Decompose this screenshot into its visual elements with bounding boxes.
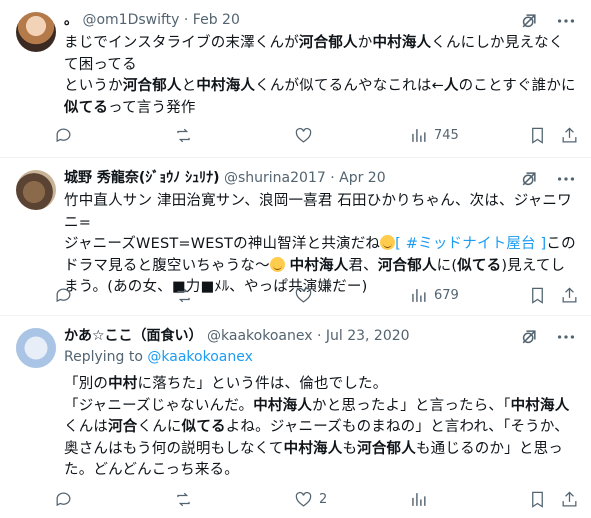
grok-icon[interactable] — [519, 327, 539, 347]
avatar[interactable] — [16, 12, 56, 52]
views-button[interactable]: 745 — [409, 120, 459, 150]
tweet-text: 「別の中村に落ちた」という件は、倫也でした。 「ジャニーズじゃないんだ。中村海人… — [64, 374, 577, 482]
retweet-icon — [177, 128, 190, 142]
tweet-feed: 。 @om1Dswifty · Feb 20 まじでインスタライブの末澤くんが河… — [0, 0, 591, 518]
text-line: 竹中直人サン 津田治寛サン、浪岡一喜君 石田ひかりちゃん、次は、ジャニワニ= — [64, 193, 572, 231]
hashtag-link[interactable]: [ #ミッドナイト屋台 ] — [395, 236, 546, 252]
separator: · — [330, 170, 335, 186]
like-button[interactable]: 2 — [294, 484, 327, 514]
highlighted-term: 人 — [443, 78, 459, 94]
share-icon — [562, 490, 577, 506]
text-run: まじでインスタライブの末澤くんが — [64, 35, 299, 51]
highlighted-term: 中村海人 — [372, 35, 432, 51]
reply-button[interactable] — [54, 120, 73, 150]
text-line: くんは河合くんに似てるよね。ジャニーズものまねの」と言われ、「そうか、 — [64, 419, 569, 435]
tweet-actions: 2 — [54, 484, 577, 514]
text-run: って言う発作 — [108, 99, 196, 116]
tweet-actions: 745 — [54, 120, 577, 150]
share-button[interactable] — [560, 484, 579, 514]
speech-bubble-icon — [56, 287, 71, 302]
bookmark-icon — [532, 127, 543, 144]
text-run: か — [357, 35, 373, 51]
retweet-button[interactable] — [174, 120, 193, 150]
share-icon — [562, 286, 577, 302]
text-line: 「別の中村に落ちた」という件は、倫也でした。 — [64, 376, 388, 392]
tweet-text: まじでインスタライブの末澤くんが河合郁人か中村海人くんにしか見えなくて困ってると… — [64, 33, 577, 119]
timestamp[interactable]: Feb 20 — [193, 12, 240, 28]
display-name[interactable]: かあ☆ここ（面食い） — [64, 328, 203, 344]
retweet-button[interactable] — [174, 280, 193, 310]
highlighted-term: 似てる — [64, 99, 109, 116]
display-name[interactable]: 。 — [64, 12, 78, 28]
share-button[interactable] — [560, 280, 579, 310]
speech-bubble-icon — [56, 491, 71, 506]
more-dots-icon[interactable] — [555, 10, 577, 32]
tweet[interactable]: 。 @om1Dswifty · Feb 20 まじでインスタライブの末澤くんが河… — [0, 0, 591, 158]
text-line: 奥さんはもう何の説明もしなくて中村海人も河合郁人も通じるのか」と思っ — [64, 440, 563, 457]
handle[interactable]: @om1Dswifty — [82, 12, 179, 28]
bookmark-icon — [532, 287, 543, 304]
tweet-header: かあ☆ここ（面食い） @kaakokoanex · Jul 23, 2020 — [64, 325, 531, 347]
text-line: ジャニーズWEST=WESTの神山智洋と共演だね[ #ミッドナイト屋台 ]この — [64, 235, 576, 252]
more-dots-icon[interactable] — [555, 168, 577, 190]
speech-bubble-icon — [56, 127, 71, 142]
text-line: ドラマ見ると腹空いちゃうな〜 中村海人君、河合郁人に(似てる)見えてし — [64, 256, 566, 274]
bar-chart-icon — [412, 492, 426, 506]
bar-chart-icon — [412, 288, 426, 302]
grinning-face-emoji-icon — [269, 256, 285, 272]
avatar[interactable] — [16, 328, 56, 368]
bookmark-icon — [532, 491, 543, 508]
reply-button[interactable] — [54, 484, 73, 514]
heart-icon — [295, 127, 312, 143]
handle[interactable]: @kaakokoanex — [207, 328, 312, 344]
retweet-icon — [177, 492, 190, 506]
text-run: と — [181, 78, 197, 94]
highlighted-term: 中村海人 — [196, 78, 256, 94]
more-dots-icon[interactable] — [555, 326, 577, 348]
replying-to: Replying to @kaakokoanex — [64, 349, 253, 365]
tweet-header: 。 @om1Dswifty · Feb 20 — [64, 9, 531, 31]
highlighted-term: 河合郁人 — [298, 35, 358, 51]
like-button[interactable] — [294, 120, 313, 150]
display-name[interactable]: 城野 秀龍奈(ｼﾞｮｳﾉ ｼｭﾘﾅ) — [64, 170, 220, 186]
share-button[interactable] — [560, 120, 579, 150]
separator: · — [183, 12, 189, 28]
grok-icon[interactable] — [519, 169, 539, 189]
separator: · — [316, 328, 322, 344]
retweet-button[interactable] — [174, 484, 193, 514]
text-run: くんが似てるんやなこれは← — [255, 78, 444, 94]
timestamp[interactable]: Jul 23, 2020 — [326, 328, 410, 344]
views-button[interactable]: 679 — [409, 280, 459, 310]
avatar[interactable] — [16, 170, 56, 210]
tweet[interactable]: かあ☆ここ（面食い） @kaakokoanex · Jul 23, 2020 R… — [0, 316, 591, 518]
views-count: 745 — [434, 127, 459, 143]
tweet-header: 城野 秀龍奈(ｼﾞｮｳﾉ ｼｭﾘﾅ) @shurina2017 · Apr 20 — [64, 167, 531, 189]
text-run: のことすぐ誰かに — [458, 78, 576, 94]
heart-icon — [295, 491, 312, 507]
bookmark-button[interactable] — [528, 120, 547, 150]
timestamp[interactable]: Apr 20 — [339, 170, 385, 186]
bookmark-button[interactable] — [528, 280, 547, 310]
likes-count: 2 — [319, 491, 328, 507]
views-button[interactable] — [409, 484, 428, 514]
text-line: た。どんどんこっち来る。 — [64, 462, 239, 478]
text-run: というか — [64, 78, 123, 94]
tweet[interactable]: 城野 秀龍奈(ｼﾞｮｳﾉ ｼｭﾘﾅ) @shurina2017 · Apr 20… — [0, 158, 591, 316]
views-count: 679 — [434, 287, 459, 303]
highlighted-term: 河合郁人 — [122, 78, 182, 94]
handle[interactable]: @shurina2017 — [224, 170, 326, 186]
tweet-actions: 679 — [54, 280, 577, 310]
like-button[interactable] — [294, 280, 313, 310]
retweet-icon — [177, 288, 190, 302]
text-line: 「ジャニーズじゃないんだ。中村海人かと思ったよ」と言ったら、「中村海人 — [64, 397, 570, 414]
reply-button[interactable] — [54, 280, 73, 310]
grok-icon[interactable] — [519, 11, 539, 31]
smiling-face-emoji-icon — [380, 235, 396, 250]
bar-chart-icon — [412, 128, 426, 142]
share-icon — [562, 126, 577, 142]
replying-to-handle[interactable]: @kaakokoanex — [147, 349, 252, 365]
heart-icon — [295, 287, 312, 303]
bookmark-button[interactable] — [528, 484, 547, 514]
